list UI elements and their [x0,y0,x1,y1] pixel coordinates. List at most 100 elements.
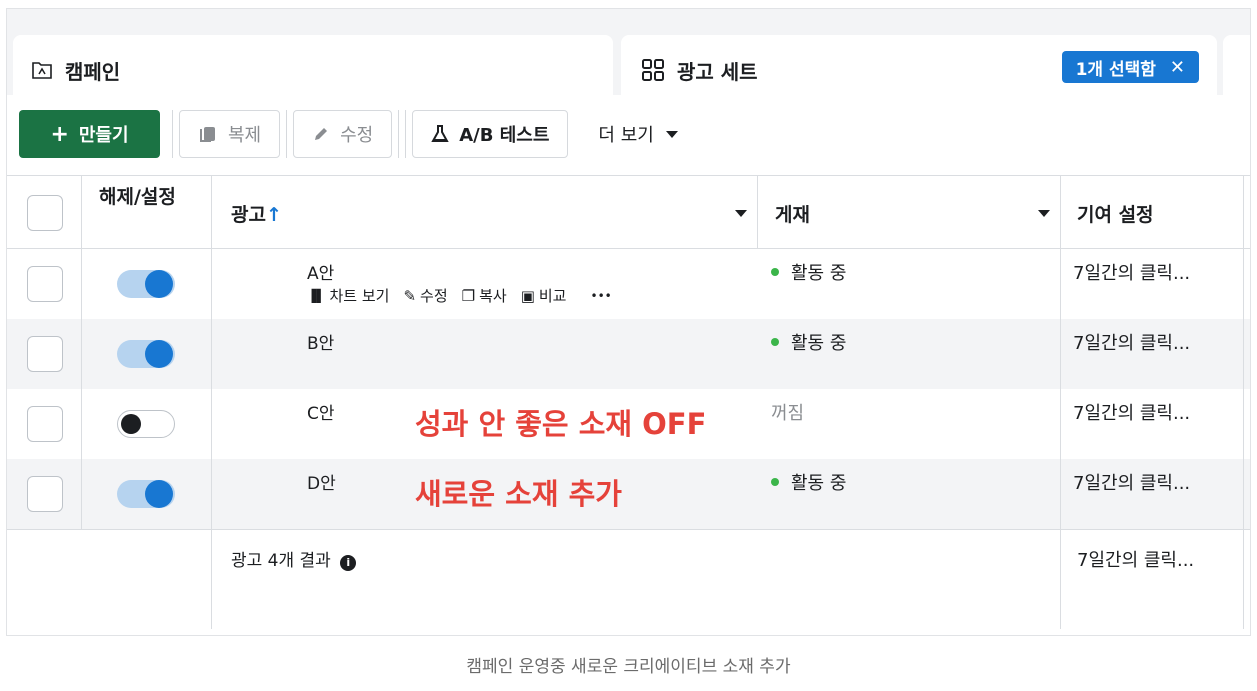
header-attribution-label: 기여 설정 [1077,204,1154,226]
close-icon[interactable]: ✕ [1170,57,1185,78]
toolbar-divider [286,110,288,158]
chart-action[interactable]: ▐▌ 차트 보기 [307,285,389,306]
header-toggle-label: 해제/설정 [99,186,176,208]
create-button[interactable]: + 만들기 [19,110,160,158]
delivery-column-menu-icon[interactable] [1038,210,1050,217]
ad-toggle[interactable] [117,410,175,438]
delivery-status-label: 활동 중 [791,263,847,284]
edit-button[interactable]: 수정 [293,110,393,158]
footer-attribution-value: 7일간의 클릭... [1077,550,1195,571]
toggle-knob [145,480,173,508]
column-divider [757,175,758,249]
edit-button-label: 수정 [340,125,374,146]
header-toggle[interactable]: 해제/설정 [99,186,179,209]
plus-icon: + [50,121,69,147]
duplicate-button-label: 복제 [228,125,262,146]
column-divider [1060,175,1061,629]
duplicate-icon: ❐ [461,286,476,305]
table-row[interactable]: D안 새로운 소재 추가 활동 중 7일간의 클릭... [7,459,1250,529]
row-actions: ▐▌ 차트 보기 ✎ 수정 ❐ 복사 ▣ 비교 ••• [307,285,612,306]
ad-column-menu-icon[interactable] [735,210,747,217]
ab-test-button[interactable]: A/B 테스트 [412,110,569,158]
column-divider [211,175,212,629]
header-delivery[interactable]: 게재 [775,200,810,227]
duplicate-icon [200,127,215,142]
ads-panel: + 만들기 복제 수정 A/B 테스트 더 보기 해제/설정 광고↑ 게재 기여… [7,95,1250,635]
image-caption: 캠페인 운영중 새로운 크리에이티브 소재 추가 [466,657,791,677]
table-row[interactable]: A안 ▐▌ 차트 보기 ✎ 수정 ❐ 복사 ▣ 비교 ••• 활동 중 7일간의 클릭.… [7,249,1250,319]
edit-action-label: 수정 [420,287,448,305]
table-footer: 광고 4개 결과 i 7일간의 클릭... [7,529,1250,629]
sort-arrow-up-icon: ↑ [265,204,282,226]
chevron-down-icon [665,130,678,138]
results-summary-label: 광고 4개 결과 [231,551,331,571]
toggle-knob [145,270,173,298]
table-header: 해제/설정 광고↑ 게재 기여 설정 [7,175,1250,249]
flask-icon [431,125,449,142]
select-all-checkbox[interactable] [27,195,63,231]
results-summary: 광고 4개 결과 i [231,546,357,571]
grid-icon [642,59,664,81]
duplicate-button[interactable]: 복제 [179,110,281,158]
row-checkbox[interactable] [27,476,63,512]
toolbar-divider [405,110,407,158]
row-checkbox[interactable] [27,406,63,442]
more-dropdown-label: 더 보기 [598,125,654,146]
attribution-value: 7일간의 클릭... [1073,333,1191,354]
ab-test-button-label: A/B 테스트 [459,125,550,146]
delivery-status-label: 꺼짐 [771,403,805,424]
copy-action[interactable]: ❐ 복사 [462,285,507,306]
annotation-off: 성과 안 좋은 소재 OFF [415,407,707,441]
ad-name[interactable]: B안 [307,329,334,354]
selected-count-label: 1개 선택함 [1075,59,1156,80]
tab-adset-label: 광고 세트 [677,59,758,84]
delivery-status: 활동 중 [771,329,846,355]
ad-toggle[interactable] [117,270,175,298]
toolbar-divider [398,110,400,158]
compare-action[interactable]: ▣ 비교 [521,285,567,306]
chart-action-label: 차트 보기 [329,287,390,305]
header-ad-label: 광고 [231,204,266,226]
pencil-icon [315,128,328,140]
delivery-status: 활동 중 [771,259,846,285]
attribution-value: 7일간의 클릭... [1073,473,1191,494]
annotation-add: 새로운 소재 추가 [415,477,622,511]
delivery-status-label: 활동 중 [791,473,847,494]
ads-manager-frame: 캠페인 광고 세트 1개 선택함 ✕ + 만들기 복제 수정 A/B 테스트 더… [6,8,1251,636]
ad-name[interactable]: C안 [307,399,335,424]
copy-action-label: 복사 [479,287,507,305]
delivery-status: 활동 중 [771,469,846,495]
ad-name[interactable]: D안 [307,469,336,494]
more-dropdown[interactable]: 더 보기 [598,121,678,147]
active-dot-icon [771,338,779,346]
column-divider [1243,175,1244,629]
ad-toggle[interactable] [117,480,175,508]
tab-campaign-label: 캠페인 [65,59,121,84]
toolbar: + 만들기 복제 수정 A/B 테스트 더 보기 [19,109,678,159]
ad-toggle[interactable] [117,340,175,368]
ad-name[interactable]: A안 [307,259,334,284]
selected-count-pill[interactable]: 1개 선택함 ✕ [1061,51,1199,83]
row-checkbox[interactable] [27,336,63,372]
delivery-status: 꺼짐 [771,399,804,425]
row-checkbox[interactable] [27,266,63,302]
compare-action-label: 비교 [538,287,567,305]
edit-action[interactable]: ✎ 수정 [403,285,447,306]
active-dot-icon [771,478,779,486]
more-actions-icon[interactable]: ••• [590,289,611,303]
attribution-value: 7일간의 클릭... [1073,403,1191,424]
table-row[interactable]: C안 성과 안 좋은 소재 OFF 꺼짐 7일간의 클릭... [7,389,1250,459]
header-attribution[interactable]: 기여 설정 [1077,200,1154,227]
attribution-value: 7일간의 클릭... [1073,263,1191,284]
active-dot-icon [771,268,779,276]
table-row[interactable]: B안 활동 중 7일간의 클릭... [7,319,1250,389]
info-icon[interactable]: i [340,555,357,571]
image-icon: ▣ [520,286,535,305]
column-divider [81,175,82,529]
folder-icon [32,62,52,79]
toggle-knob [121,414,141,434]
header-delivery-label: 게재 [775,204,810,226]
header-ad[interactable]: 광고↑ [231,200,282,227]
create-button-label: 만들기 [78,125,129,146]
pencil-icon: ✎ [403,286,417,305]
